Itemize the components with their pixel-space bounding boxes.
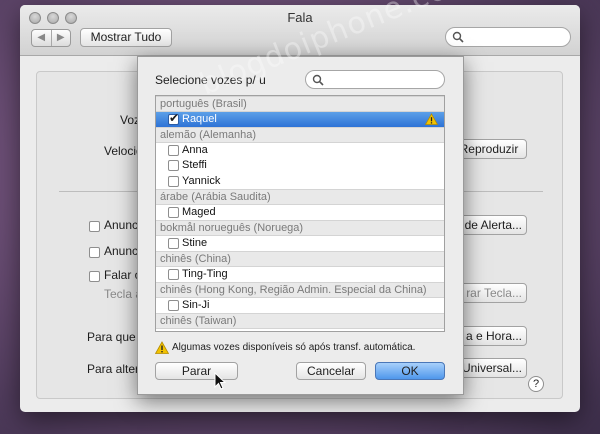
mouse-pointer-icon xyxy=(214,372,226,390)
voice-row[interactable]: Steffi xyxy=(156,158,444,174)
voice-checkbox[interactable] xyxy=(168,206,179,218)
voice-checkbox[interactable] xyxy=(168,299,179,311)
language-group-header: alemão (Alemanha) xyxy=(156,127,444,143)
voice-checkbox[interactable] xyxy=(168,144,179,156)
show-all-button[interactable]: Mostrar Tudo xyxy=(80,28,172,47)
checkmark-icon: ✔ xyxy=(169,110,180,125)
announce-alerts-label: Anunci xyxy=(104,218,141,232)
window-search-field[interactable] xyxy=(445,27,571,47)
voice-row[interactable]: Maged xyxy=(156,205,444,221)
language-group-header: bokmål norueguês (Noruega) xyxy=(156,220,444,236)
forward-arrow-icon[interactable]: ▶ xyxy=(52,30,71,46)
voice-checkbox[interactable] xyxy=(168,160,179,171)
back-forward-control: ◀ ▶ xyxy=(31,29,71,47)
voice-row[interactable]: Anna xyxy=(156,143,444,159)
search-icon xyxy=(452,31,464,43)
voice-checkbox[interactable] xyxy=(168,268,179,280)
speak-selected-label: Falar o xyxy=(104,268,142,282)
voice-name: Yannick xyxy=(182,174,221,187)
voice-name: Steffi xyxy=(182,159,207,171)
voice-row[interactable]: Sin-Ji xyxy=(156,298,444,314)
voice-row[interactable]: Stine xyxy=(156,236,444,252)
announce-alerts-checkbox[interactable] xyxy=(89,221,100,232)
window-title: Fala xyxy=(287,10,313,25)
voice-selection-sheet: Selecione vozes p/ u português (Brasil) ✔… xyxy=(137,56,464,395)
voice-row[interactable]: Ting-Ting xyxy=(156,267,444,283)
voice-row[interactable]: ✔ Raquel xyxy=(156,110,444,127)
voice-name: Maged xyxy=(182,205,216,218)
language-group-header: chinês (Taiwan) xyxy=(156,313,444,329)
voice-name: Ting-Ting xyxy=(182,267,228,280)
voice-row[interactable]: Yannick xyxy=(156,174,444,190)
voice-checkbox[interactable] xyxy=(168,237,179,249)
voice-checkbox[interactable]: ✔ xyxy=(168,110,180,125)
cancel-button[interactable]: Cancelar xyxy=(296,362,366,380)
voice-checkbox[interactable] xyxy=(168,175,179,187)
search-icon xyxy=(312,74,324,86)
warning-icon xyxy=(425,112,438,125)
language-group-header: chinês (Hong Kong, Região Admin. Especia… xyxy=(156,282,444,298)
back-arrow-icon[interactable]: ◀ xyxy=(32,30,52,46)
help-button[interactable]: ? xyxy=(528,376,544,392)
language-group-header: chinês (China) xyxy=(156,251,444,267)
voice-name: Anna xyxy=(182,143,208,156)
speak-selected-checkbox[interactable] xyxy=(89,271,100,282)
language-group-header: árabe (Arábia Saudita) xyxy=(156,189,444,205)
voice-name: Sin-Ji xyxy=(182,298,210,311)
download-notice: Algumas vozes disponíveis só após transf… xyxy=(172,342,416,353)
voice-name: Raquel xyxy=(182,112,217,125)
voice-list[interactable]: português (Brasil) ✔ Raquel alemão (Alemanh… xyxy=(155,95,445,332)
voice-search-field[interactable] xyxy=(305,70,445,89)
voice-name: Stine xyxy=(182,236,208,249)
language-group-header: português (Brasil) xyxy=(156,96,444,112)
announce-app-checkbox[interactable] xyxy=(89,247,100,258)
warning-icon xyxy=(155,341,169,354)
announce-app-label: Anunci xyxy=(104,244,141,258)
ok-button[interactable]: OK xyxy=(375,362,445,380)
